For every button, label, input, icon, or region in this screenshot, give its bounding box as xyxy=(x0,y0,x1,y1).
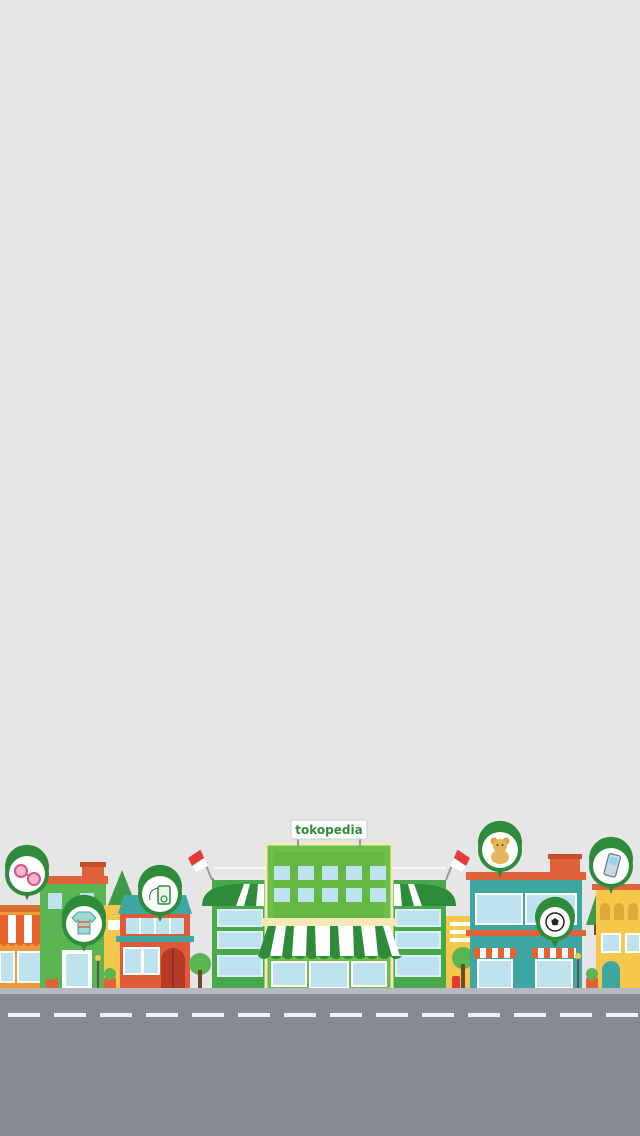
sidewalk xyxy=(0,988,640,994)
round-tree-left xyxy=(189,953,211,990)
teddy-bear-icon xyxy=(478,820,522,878)
indonesia-flag-left xyxy=(188,849,213,881)
fire-hydrant xyxy=(452,976,460,990)
tokopedia-headquarters: tokopedia xyxy=(202,819,456,992)
splash-scene: tokopedia xyxy=(0,819,640,1136)
tokopedia-logo: tokopedia xyxy=(295,823,362,837)
shop-yellow-right xyxy=(592,884,640,990)
